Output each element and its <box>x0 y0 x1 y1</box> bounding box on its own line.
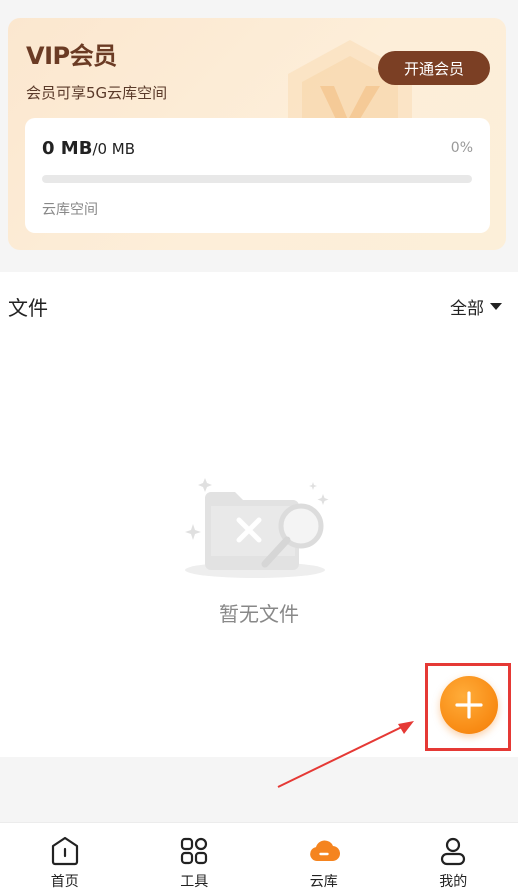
vip-card: VIP会员 会员可享5G云库空间 开通会员 0 MB/0 MB 0% 云库空间 <box>8 18 506 250</box>
storage-used-value: 0 MB <box>42 138 93 159</box>
vip-title: VIP会员 <box>26 42 117 70</box>
vip-subtitle: 会员可享5G云库空间 <box>26 84 168 102</box>
files-title: 文件 <box>8 296 48 320</box>
grid-icon <box>181 837 208 865</box>
tab-tools[interactable]: 工具 <box>130 823 260 891</box>
storage-percent: 0% <box>450 140 473 156</box>
tab-home[interactable]: 首页 <box>0 823 130 891</box>
add-file-button[interactable] <box>440 676 498 734</box>
cloud-icon <box>309 840 340 862</box>
storage-panel: 0 MB/0 MB 0% 云库空间 <box>25 118 490 233</box>
open-vip-button[interactable]: 开通会员 <box>378 51 490 85</box>
bottom-tab-bar: 首页 工具 云库 我的 <box>0 822 518 891</box>
empty-state-text: 暂无文件 <box>219 602 299 626</box>
tab-profile-label: 我的 <box>439 874 468 890</box>
annotation-arrow <box>277 721 414 788</box>
caret-down-icon <box>490 303 502 310</box>
empty-folder-icon <box>185 478 329 578</box>
tab-home-label: 首页 <box>50 874 79 890</box>
storage-usage: 0 MB/0 MB <box>42 138 135 159</box>
tab-cloud[interactable]: 云库 <box>259 823 389 891</box>
tab-tools-label: 工具 <box>180 874 209 890</box>
home-icon <box>51 836 78 866</box>
file-filter-dropdown[interactable]: 全部 <box>450 294 502 319</box>
storage-label: 云库空间 <box>42 202 98 218</box>
file-filter-label: 全部 <box>450 299 484 319</box>
tab-profile[interactable]: 我的 <box>389 823 518 891</box>
storage-progress-bar <box>42 175 472 183</box>
plus-icon <box>455 691 483 719</box>
user-icon <box>441 837 466 866</box>
tab-cloud-label: 云库 <box>309 874 338 890</box>
storage-total-value: /0 MB <box>92 140 136 158</box>
